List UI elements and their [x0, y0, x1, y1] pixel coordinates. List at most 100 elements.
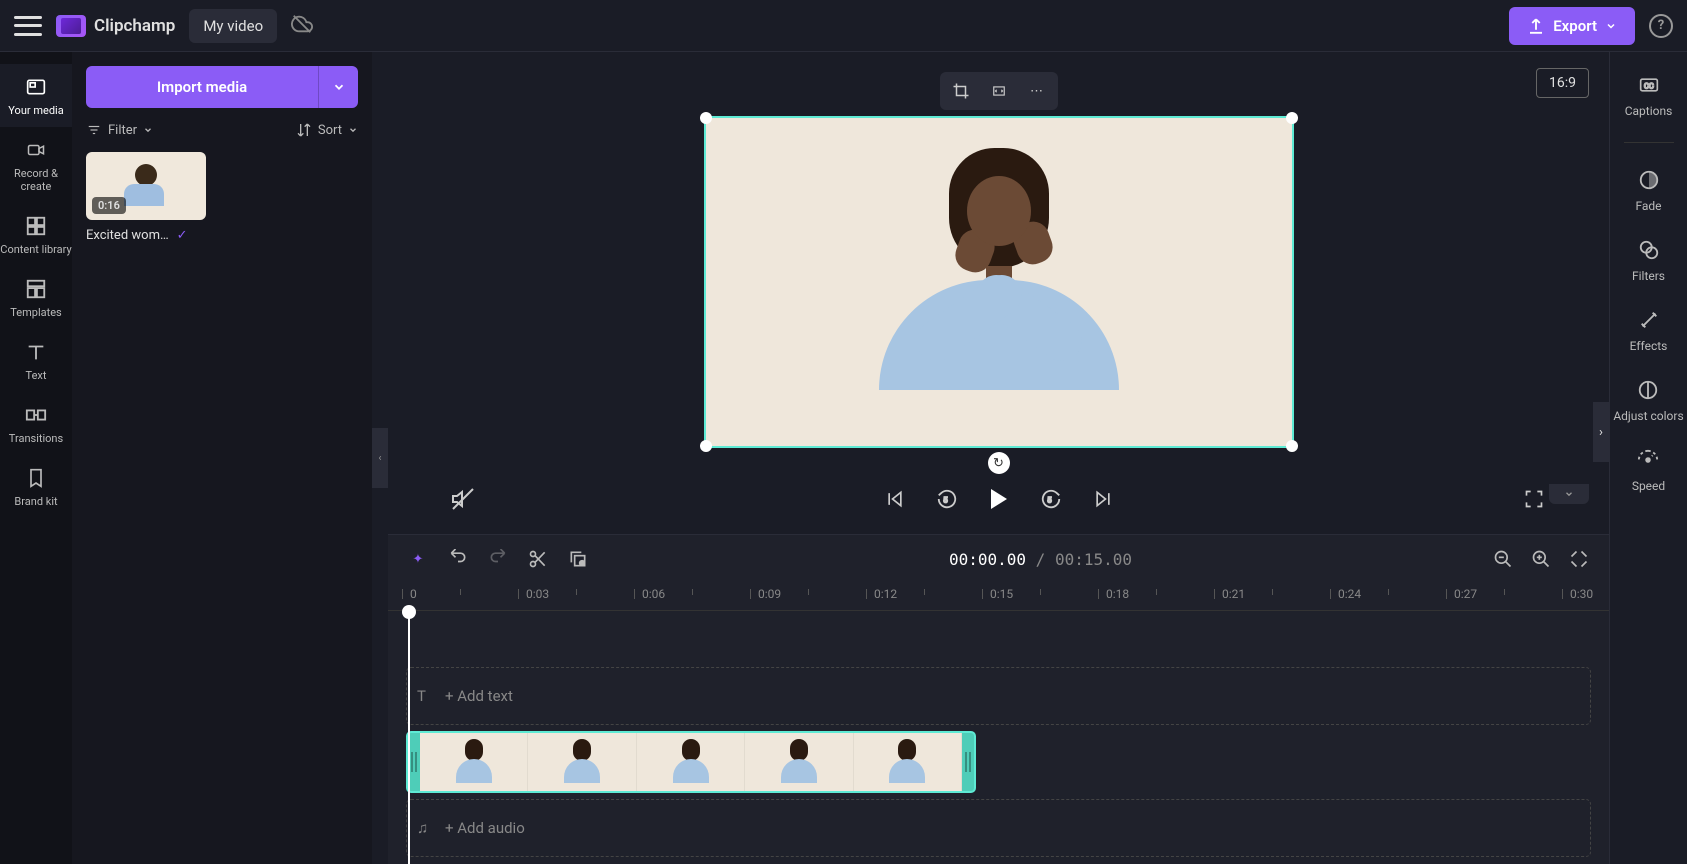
- resize-handle-br[interactable]: [1286, 440, 1298, 452]
- divider: [1624, 142, 1674, 143]
- project-name[interactable]: My video: [189, 9, 277, 43]
- rail-transitions[interactable]: Transitions: [0, 392, 72, 455]
- clip-trim-right[interactable]: [962, 733, 974, 791]
- svg-text:5: 5: [1047, 496, 1051, 505]
- media-thumbnail[interactable]: 0:16: [86, 152, 206, 220]
- export-label: Export: [1553, 17, 1597, 35]
- media-title: Excited wom…: [86, 228, 169, 243]
- rail-brand-kit[interactable]: Brand kit: [0, 455, 72, 518]
- split-button[interactable]: [526, 547, 550, 571]
- speed-icon: [1635, 447, 1661, 473]
- thumbnail-figure: [124, 164, 168, 208]
- add-audio-label: + Add audio: [445, 819, 525, 837]
- menu-button[interactable]: [14, 16, 42, 36]
- sort-button[interactable]: Sort: [296, 122, 358, 138]
- rail-label: Your media: [8, 104, 63, 117]
- brand-logo: Clipchamp: [56, 15, 175, 37]
- brand-name: Clipchamp: [94, 16, 175, 36]
- video-preview[interactable]: ↻: [704, 116, 1294, 448]
- rr-label: Effects: [1630, 339, 1668, 353]
- timeline-timecode: 00:00.00 / 00:15.00: [606, 550, 1475, 569]
- rail-label: Content library: [0, 243, 71, 256]
- ruler-tick: 0:21: [1222, 587, 1245, 601]
- rail-label: Transitions: [9, 432, 63, 445]
- effects-icon: [1636, 307, 1662, 333]
- rail-label: Brand kit: [14, 495, 57, 508]
- export-button[interactable]: Export: [1509, 7, 1635, 45]
- svg-text:5: 5: [943, 496, 947, 505]
- text-icon: [23, 339, 49, 365]
- camera-icon: [23, 137, 49, 163]
- resize-handle-bl[interactable]: [700, 440, 712, 452]
- rr-label: Filters: [1632, 269, 1665, 283]
- zoom-fit-button[interactable]: [1567, 547, 1591, 571]
- ruler-tick: 0:03: [526, 587, 549, 601]
- ruler-tick: 0:12: [874, 587, 897, 601]
- svg-text:CC: CC: [1644, 81, 1654, 90]
- resize-handle-tl[interactable]: [700, 112, 712, 124]
- templates-icon: [23, 276, 49, 302]
- rr-label: Adjust colors: [1613, 409, 1683, 423]
- fit-tool[interactable]: [982, 76, 1016, 106]
- skip-forward-button[interactable]: [1088, 484, 1118, 514]
- ruler-tick: 0:24: [1338, 587, 1361, 601]
- library-icon: [23, 213, 49, 239]
- redo-button[interactable]: [486, 547, 510, 571]
- duplicate-button[interactable]: [566, 547, 590, 571]
- adjust-colors-button[interactable]: Adjust colors: [1613, 377, 1683, 423]
- media-item[interactable]: 0:16 Excited wom… ✓: [86, 152, 206, 243]
- collapse-right-panel-button[interactable]: ›: [1593, 402, 1609, 462]
- filter-label: Filter: [108, 123, 137, 138]
- import-media-button[interactable]: Import media: [86, 66, 318, 108]
- rail-record-create[interactable]: Record & create: [0, 127, 72, 203]
- skip-back-button[interactable]: [880, 484, 910, 514]
- rail-text[interactable]: Text: [0, 329, 72, 392]
- rr-label: Captions: [1625, 104, 1673, 118]
- ruler-tick: 0:06: [642, 587, 665, 601]
- ai-tool[interactable]: ✦: [406, 547, 430, 571]
- ruler-tick: 0:27: [1454, 587, 1477, 601]
- forward-5s-button[interactable]: 5: [1036, 484, 1066, 514]
- ruler-tick: 0: [410, 587, 417, 601]
- import-dropdown[interactable]: [318, 66, 358, 108]
- add-text-track[interactable]: T + Add text: [406, 667, 1591, 725]
- add-text-label: + Add text: [445, 687, 513, 705]
- effects-button[interactable]: Effects: [1630, 307, 1668, 353]
- playhead[interactable]: [408, 611, 410, 864]
- filter-button[interactable]: Filter: [86, 122, 153, 138]
- cloud-off-icon[interactable]: [291, 13, 313, 39]
- timeline-ruler[interactable]: 00:030:060:090:120:150:180:210:240:270:3…: [388, 583, 1609, 611]
- help-button[interactable]: ?: [1649, 14, 1673, 38]
- add-audio-track[interactable]: ♫ + Add audio: [406, 799, 1591, 857]
- play-button[interactable]: [984, 484, 1014, 514]
- fade-button[interactable]: Fade: [1635, 167, 1661, 213]
- collapse-timeline-button[interactable]: [1549, 484, 1589, 504]
- rotate-handle[interactable]: ↻: [988, 452, 1010, 474]
- zoom-out-button[interactable]: [1491, 547, 1515, 571]
- rewind-5s-button[interactable]: 5: [932, 484, 962, 514]
- adjust-colors-icon: [1635, 377, 1661, 403]
- undo-button[interactable]: [446, 547, 470, 571]
- rail-templates[interactable]: Templates: [0, 266, 72, 329]
- zoom-in-button[interactable]: [1529, 547, 1553, 571]
- aspect-ratio-badge[interactable]: 16:9: [1536, 68, 1589, 98]
- video-clip[interactable]: [406, 731, 976, 793]
- collapse-panel-button[interactable]: ‹: [372, 428, 388, 488]
- more-tool[interactable]: ⋯: [1020, 76, 1054, 106]
- captions-button[interactable]: CC Captions: [1625, 72, 1673, 118]
- speed-button[interactable]: Speed: [1632, 447, 1665, 493]
- fullscreen-button[interactable]: [1519, 484, 1549, 514]
- crop-tool[interactable]: [944, 76, 978, 106]
- ruler-tick: 0:15: [990, 587, 1013, 601]
- rail-label: Templates: [10, 306, 61, 319]
- filters-button[interactable]: Filters: [1632, 237, 1665, 283]
- ruler-tick: 0:09: [758, 587, 781, 601]
- mute-button[interactable]: [448, 484, 478, 514]
- captions-icon: CC: [1636, 72, 1662, 98]
- rail-content-library[interactable]: Content library: [0, 203, 72, 266]
- audio-track-icon: ♫: [417, 819, 435, 837]
- resize-handle-tr[interactable]: [1286, 112, 1298, 124]
- check-icon: ✓: [177, 228, 188, 243]
- rr-label: Fade: [1635, 199, 1661, 213]
- rail-your-media[interactable]: Your media: [0, 64, 72, 127]
